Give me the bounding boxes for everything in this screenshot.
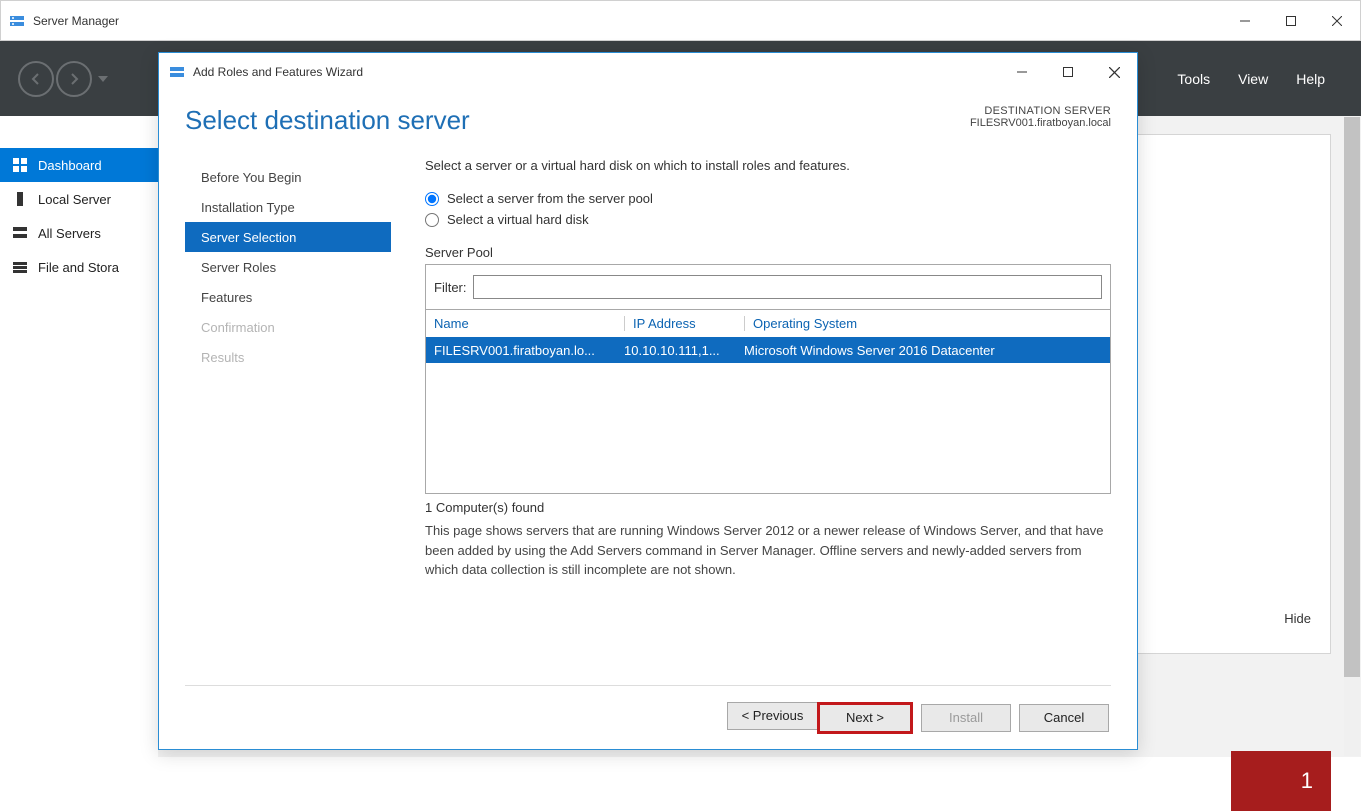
- wizard-step-before-you-begin[interactable]: Before You Begin: [185, 162, 391, 192]
- forward-button[interactable]: [56, 61, 92, 97]
- server-icon: [12, 191, 28, 207]
- previous-button[interactable]: < Previous: [727, 702, 817, 730]
- sidebar-item-label: All Servers: [38, 226, 101, 241]
- menu-help[interactable]: Help: [1296, 71, 1325, 87]
- menu-tools[interactable]: Tools: [1177, 71, 1210, 87]
- wizard-step-results: Results: [185, 342, 391, 372]
- computer-count: 1 Computer(s) found: [425, 500, 1111, 515]
- history-dropdown-icon[interactable]: [98, 76, 108, 82]
- server-pool-headers: Name IP Address Operating System: [426, 310, 1110, 337]
- destination-info: DESTINATION SERVER FILESRV001.firatboyan…: [970, 105, 1111, 129]
- radio-vhd-input[interactable]: [425, 213, 439, 227]
- main-window-titlebar: Server Manager: [0, 0, 1361, 41]
- sidebar-item-label: Dashboard: [38, 158, 102, 173]
- scrollbar[interactable]: [1344, 117, 1360, 756]
- description-text: This page shows servers that are running…: [425, 521, 1111, 580]
- wizard-step-confirmation: Confirmation: [185, 312, 391, 342]
- menu-view[interactable]: View: [1238, 71, 1268, 87]
- col-name[interactable]: Name: [434, 316, 624, 331]
- col-os[interactable]: Operating System: [744, 316, 1102, 331]
- row-ip: 10.10.10.111,1...: [624, 343, 744, 358]
- cancel-button[interactable]: Cancel: [1019, 704, 1109, 732]
- instruction-text: Select a server or a virtual hard disk o…: [425, 158, 1111, 173]
- radio-server-pool[interactable]: Select a server from the server pool: [425, 191, 1111, 206]
- wizard-step-server-roles[interactable]: Server Roles: [185, 252, 391, 282]
- wizard-step-label: Installation Type: [201, 200, 295, 215]
- row-name: FILESRV001.firatboyan.lo...: [434, 343, 624, 358]
- storage-icon: [12, 259, 28, 275]
- hide-link[interactable]: Hide: [1284, 611, 1311, 626]
- server-pool-row[interactable]: FILESRV001.firatboyan.lo... 10.10.10.111…: [426, 337, 1110, 363]
- tile-count: 1: [1301, 768, 1313, 794]
- sidebar: Dashboard Local Server All Servers File …: [0, 116, 158, 757]
- add-roles-wizard-dialog: Add Roles and Features Wizard Select des…: [158, 52, 1138, 750]
- dialog-close-button[interactable]: [1091, 57, 1137, 87]
- sidebar-item-file-storage[interactable]: File and Stora: [0, 250, 158, 284]
- sidebar-item-label: Local Server: [38, 192, 111, 207]
- server-pool-rows: FILESRV001.firatboyan.lo... 10.10.10.111…: [426, 337, 1110, 493]
- radio-label: Select a server from the server pool: [447, 191, 653, 206]
- sidebar-item-all-servers[interactable]: All Servers: [0, 216, 158, 250]
- row-os: Microsoft Windows Server 2016 Datacenter: [744, 343, 1102, 358]
- sidebar-item-dashboard[interactable]: Dashboard: [0, 148, 158, 182]
- wizard-nav: Before You Begin Installation Type Serve…: [185, 158, 391, 685]
- wizard-step-label: Server Roles: [201, 260, 276, 275]
- wizard-step-label: Server Selection: [201, 230, 296, 245]
- filter-input[interactable]: [473, 275, 1103, 299]
- status-tile[interactable]: 1: [1231, 751, 1331, 811]
- window-title: Server Manager: [33, 14, 119, 28]
- next-button[interactable]: Next >: [817, 702, 913, 734]
- wizard-step-label: Features: [201, 290, 252, 305]
- minimize-button[interactable]: [1222, 1, 1268, 40]
- sidebar-item-local-server[interactable]: Local Server: [0, 182, 158, 216]
- dialog-footer: < Previous Next > Install Cancel: [185, 685, 1111, 749]
- close-button[interactable]: [1314, 1, 1360, 40]
- dialog-minimize-button[interactable]: [999, 57, 1045, 87]
- col-ip[interactable]: IP Address: [624, 316, 744, 331]
- install-button: Install: [921, 704, 1011, 732]
- wizard-step-label: Confirmation: [201, 320, 275, 335]
- wizard-step-installation-type[interactable]: Installation Type: [185, 192, 391, 222]
- sidebar-item-label: File and Stora: [38, 260, 119, 275]
- wizard-step-features[interactable]: Features: [185, 282, 391, 312]
- back-button[interactable]: [18, 61, 54, 97]
- wizard-icon: [169, 64, 185, 80]
- dest-label: DESTINATION SERVER: [970, 105, 1111, 117]
- wizard-step-label: Before You Begin: [201, 170, 301, 185]
- dialog-heading: Select destination server: [185, 105, 470, 136]
- scrollbar-thumb[interactable]: [1344, 117, 1360, 677]
- radio-label: Select a virtual hard disk: [447, 212, 589, 227]
- dialog-title: Add Roles and Features Wizard: [193, 65, 363, 79]
- dialog-maximize-button[interactable]: [1045, 57, 1091, 87]
- radio-server-pool-input[interactable]: [425, 192, 439, 206]
- wizard-content: Select a server or a virtual hard disk o…: [391, 158, 1111, 685]
- maximize-button[interactable]: [1268, 1, 1314, 40]
- dialog-titlebar: Add Roles and Features Wizard: [159, 53, 1137, 91]
- server-pool-label: Server Pool: [425, 245, 1111, 260]
- servers-icon: [12, 225, 28, 241]
- radio-vhd[interactable]: Select a virtual hard disk: [425, 212, 1111, 227]
- filter-label: Filter:: [434, 280, 467, 295]
- wizard-step-server-selection[interactable]: Server Selection: [185, 222, 391, 252]
- server-pool-box: Filter: Name IP Address Operating System…: [425, 264, 1111, 494]
- dest-server: FILESRV001.firatboyan.local: [970, 117, 1111, 129]
- server-manager-icon: [9, 13, 25, 29]
- dashboard-icon: [12, 157, 28, 173]
- wizard-step-label: Results: [201, 350, 244, 365]
